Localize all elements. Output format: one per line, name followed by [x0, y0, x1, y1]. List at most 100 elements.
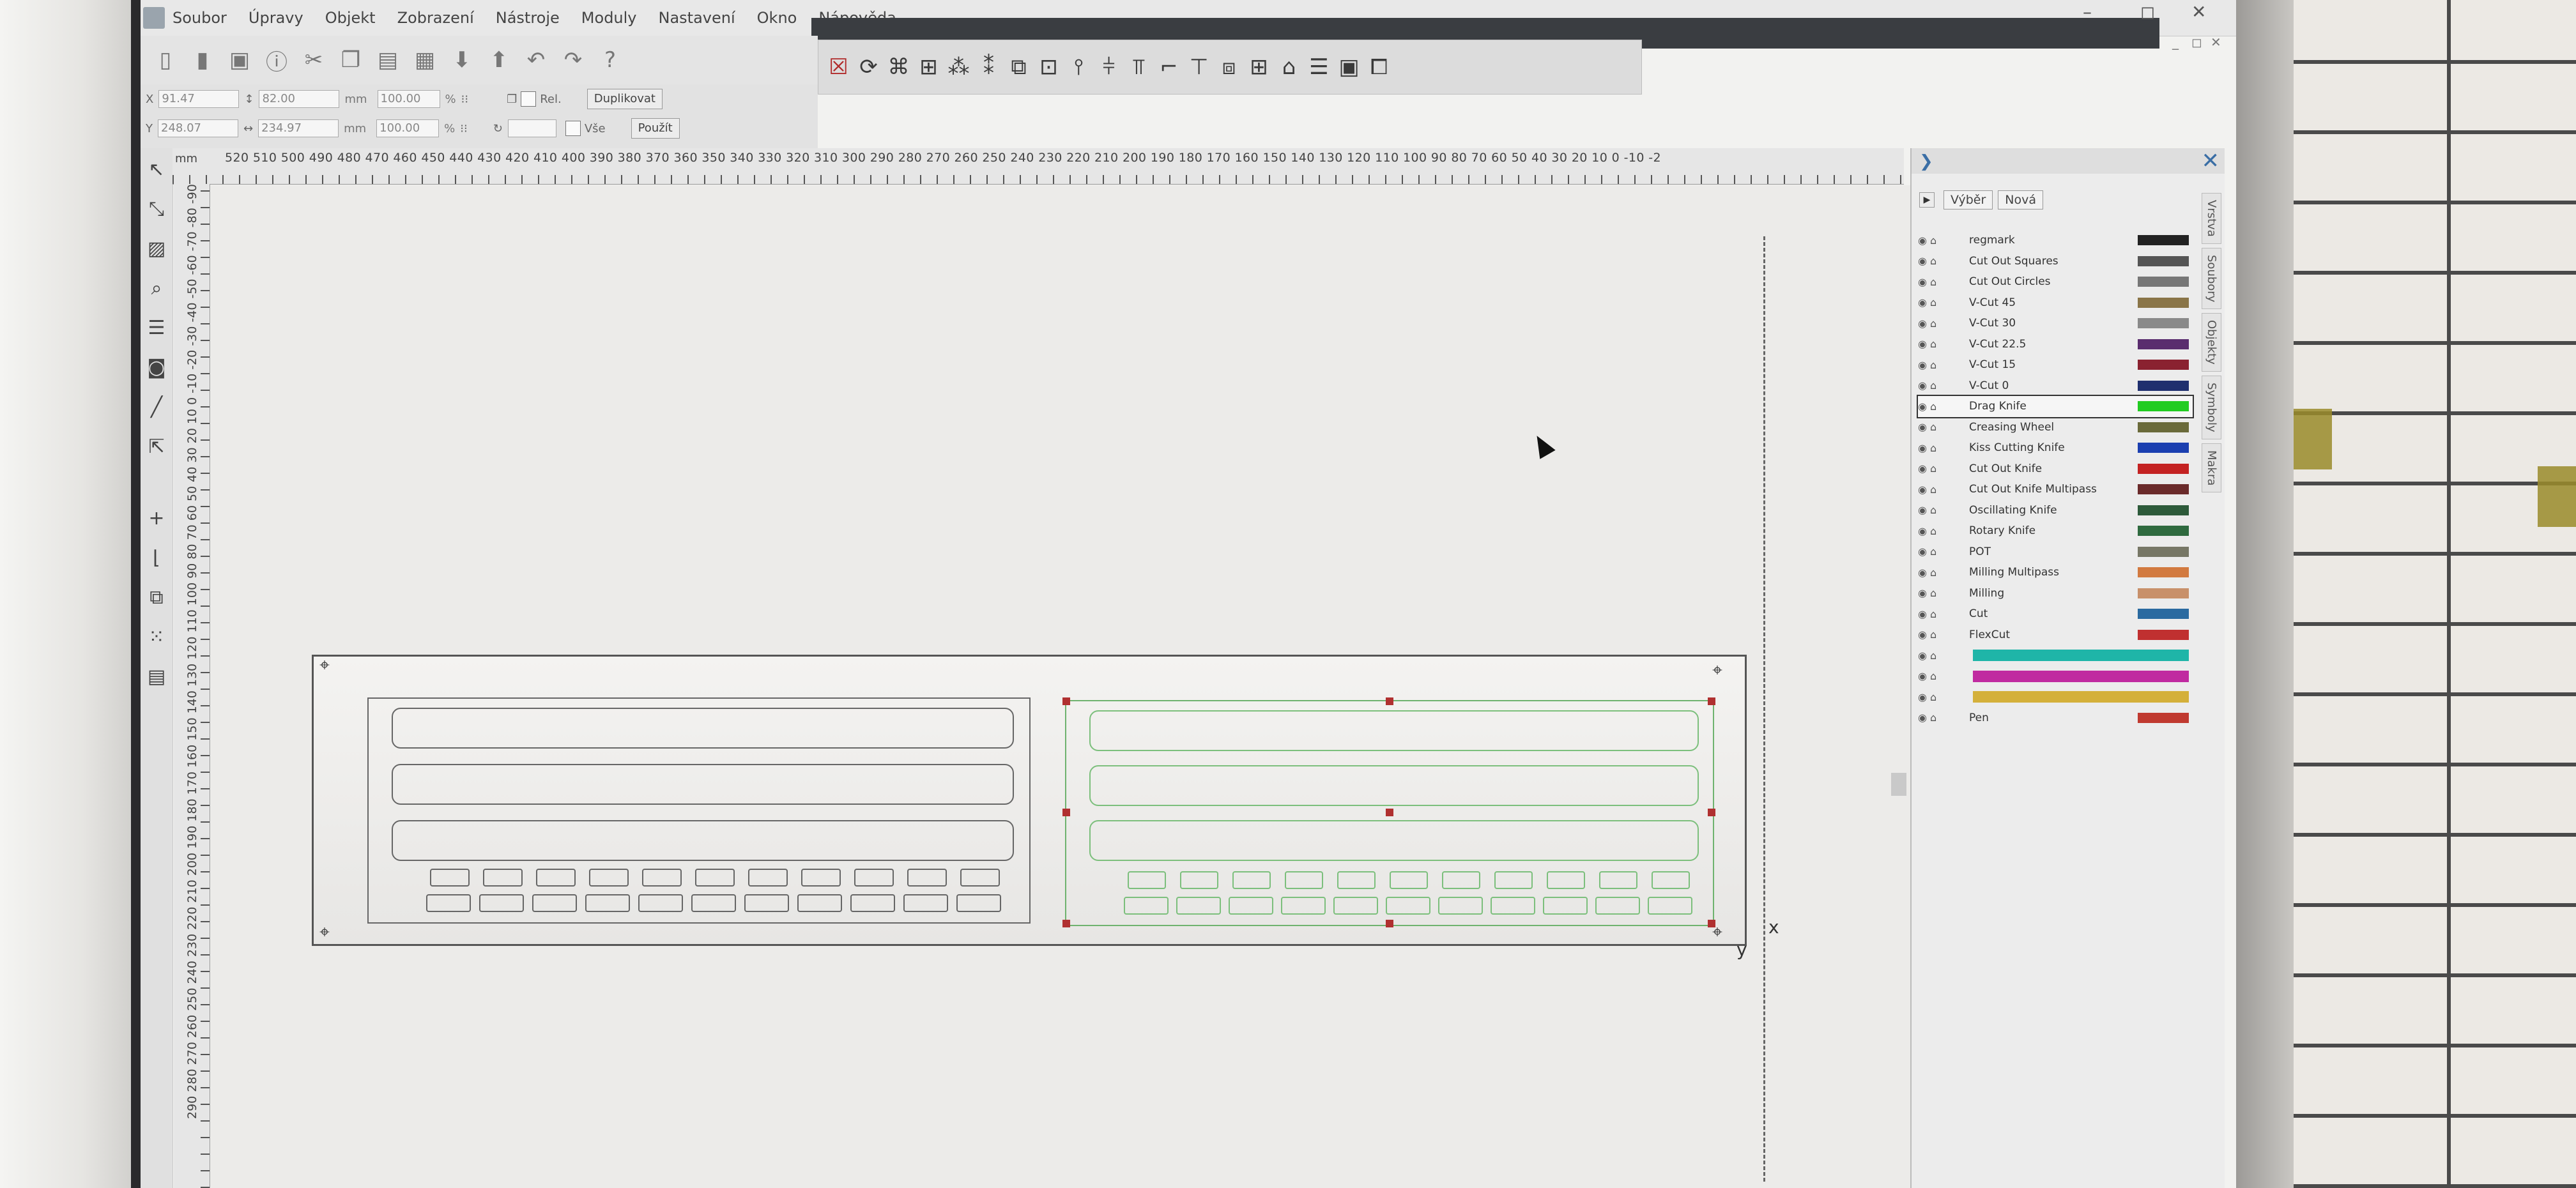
list-icon[interactable]: ☰ — [1305, 52, 1334, 82]
cross-tool-icon[interactable]: + — [144, 506, 169, 530]
menu-zobrazeni[interactable]: Zobrazení — [397, 9, 474, 27]
key-cutout[interactable] — [1333, 897, 1378, 915]
key-cutout[interactable] — [1128, 871, 1166, 889]
key-cutout[interactable] — [1281, 897, 1326, 915]
menu-upravy[interactable]: Úpravy — [249, 9, 303, 27]
key-cutout[interactable] — [748, 869, 788, 887]
key-cutout[interactable] — [695, 869, 735, 887]
combine-icon[interactable]: ⧈ — [1215, 52, 1244, 82]
key-cutout[interactable] — [1494, 871, 1533, 889]
layer-visibility-icon[interactable]: ◉ ⌂ — [1918, 442, 1969, 454]
layer-row[interactable]: ◉ ⌂ Cut Out Circles — [1918, 271, 2193, 293]
layer-visibility-icon[interactable]: ◉ ⌂ — [1918, 567, 1969, 579]
rel-checkbox[interactable] — [521, 91, 537, 107]
duplicate-button[interactable]: Duplikovat — [586, 89, 663, 109]
save-icon[interactable]: ▣ — [225, 45, 254, 75]
layer-visibility-icon[interactable]: ◉ ⌂ — [1918, 691, 1969, 703]
array-icon[interactable]: ⊞ — [1245, 52, 1274, 82]
group-icon[interactable]: ⧉ — [1004, 52, 1034, 82]
all-checkbox[interactable] — [565, 121, 581, 136]
rotate-icon[interactable]: ⟳ — [854, 52, 884, 82]
key-cutout[interactable] — [956, 894, 1001, 912]
selection-handle[interactable] — [1062, 920, 1070, 927]
layer-visibility-icon[interactable]: ◉ ⌂ — [1918, 462, 1969, 475]
anchor-icon[interactable]: ⁝⁝ — [460, 122, 467, 135]
new-layer-button[interactable]: Nová — [1998, 190, 2044, 209]
scale-h-field[interactable]: 100.00 — [376, 119, 440, 137]
open-file-icon[interactable]: ▮ — [188, 45, 217, 75]
layer-color-swatch[interactable] — [2138, 484, 2189, 495]
key-cutout[interactable] — [642, 869, 682, 887]
guide-line[interactable] — [1763, 236, 1765, 1182]
layer-color-swatch[interactable] — [2138, 443, 2189, 453]
layer-color-swatch[interactable] — [2138, 255, 2189, 266]
key-cutout[interactable] — [532, 894, 577, 912]
select-button[interactable]: Výběr — [1943, 190, 1993, 209]
key-cutout[interactable] — [1547, 871, 1585, 889]
paste-icon[interactable]: ▤ — [373, 45, 402, 75]
contour-icon[interactable]: ⧠ — [1365, 52, 1394, 82]
display-slot[interactable] — [1089, 710, 1699, 751]
info-icon[interactable]: ⓘ — [262, 45, 291, 75]
layer-color-swatch[interactable] — [2138, 339, 2189, 349]
layer-color-swatch[interactable] — [2138, 297, 2189, 308]
regmark-icon[interactable]: ⌖ — [315, 655, 334, 674]
layer-row[interactable]: ◉ ⌂ Drag Knife — [1917, 395, 2194, 418]
layer-color-swatch[interactable] — [2138, 277, 2189, 287]
zoom-tool-icon[interactable]: ⌕ — [144, 276, 169, 300]
key-cutout[interactable] — [960, 869, 1000, 887]
selection-handle[interactable] — [1708, 809, 1715, 816]
keypad-panel-right[interactable] — [1062, 697, 1715, 927]
layer-visibility-icon[interactable]: ◉ ⌂ — [1918, 504, 1969, 516]
layer-color-swatch[interactable] — [2138, 380, 2189, 391]
drawing-canvas[interactable]: ⌖ ⌖ ⌖ ⌖ x y — [211, 185, 1910, 1188]
key-cutout[interactable] — [744, 894, 789, 912]
cut-icon[interactable]: ✂ — [299, 45, 328, 75]
layer-visibility-icon[interactable]: ◉ ⌂ — [1918, 608, 1969, 620]
book-icon[interactable]: ⊞ — [914, 52, 944, 82]
split-icon[interactable]: ⊤ — [1184, 52, 1214, 82]
layer-color-swatch[interactable] — [1973, 670, 2189, 682]
offset-icon[interactable]: ▣ — [1335, 52, 1364, 82]
layer-color-swatch[interactable] — [2138, 401, 2189, 412]
display-slot[interactable] — [1089, 765, 1699, 806]
layer-row[interactable]: ◉ ⌂ V-Cut 22.5 — [1918, 334, 2193, 355]
help-icon[interactable]: ? — [595, 45, 625, 75]
redo-icon[interactable]: ↷ — [558, 45, 588, 75]
selection-handle[interactable] — [1386, 920, 1393, 927]
distribute-v-icon[interactable]: ⫪ — [1124, 52, 1154, 82]
layer-visibility-icon[interactable]: ◉ ⌂ — [1918, 712, 1969, 724]
layer-row[interactable]: ◉ ⌂ POT — [1918, 542, 2193, 563]
layer-color-swatch[interactable] — [2138, 609, 2189, 620]
scale-w-field[interactable]: 100.00 — [377, 90, 440, 108]
key-cutout[interactable] — [1595, 897, 1640, 915]
doc-restore-button[interactable]: ◻ — [2191, 34, 2202, 50]
key-cutout[interactable] — [536, 869, 576, 887]
layer-row[interactable]: ◉ ⌂ Rotary Knife — [1918, 521, 2193, 542]
measure-tool-icon[interactable]: ⇱ — [144, 434, 169, 459]
layer-visibility-icon[interactable]: ◉ ⌂ — [1918, 234, 1969, 247]
width-field[interactable]: 82.00 — [259, 90, 340, 108]
panel-close-icon[interactable]: ✕ — [2202, 148, 2220, 174]
layer-color-swatch[interactable] — [2138, 629, 2189, 640]
menu-nastroje[interactable]: Nástroje — [496, 9, 560, 27]
tab-symboly[interactable]: Symboly — [2202, 376, 2221, 439]
weld-icon[interactable]: ⌂ — [1275, 52, 1304, 82]
key-cutout[interactable] — [1390, 871, 1428, 889]
layer-row[interactable]: ◉ ⌂ Milling Multipass — [1918, 562, 2193, 583]
layer-color-swatch[interactable] — [2138, 712, 2189, 723]
regmark-icon[interactable]: ⌖ — [315, 922, 334, 941]
layer-color-swatch[interactable] — [2138, 422, 2189, 432]
import-icon[interactable]: ⬇ — [447, 45, 477, 75]
layer-visibility-icon[interactable]: ◉ ⌂ — [1918, 650, 1969, 662]
key-cutout[interactable] — [1442, 871, 1480, 889]
grid-tool-icon[interactable]: ⁙ — [144, 625, 169, 649]
layer-visibility-icon[interactable]: ◉ ⌂ — [1918, 545, 1969, 558]
tab-soubory[interactable]: Soubory — [2202, 247, 2221, 310]
layer-row[interactable]: ◉ ⌂ Pen — [1918, 708, 2193, 729]
restore-button[interactable]: ◻ — [2140, 1, 2155, 22]
layer-row[interactable]: ◉ ⌂ Oscillating Knife — [1918, 500, 2193, 521]
key-cutout[interactable] — [1176, 897, 1221, 915]
doc-close-button[interactable]: ✕ — [2211, 34, 2221, 50]
layer-visibility-icon[interactable]: ◉ ⌂ — [1918, 421, 1969, 433]
